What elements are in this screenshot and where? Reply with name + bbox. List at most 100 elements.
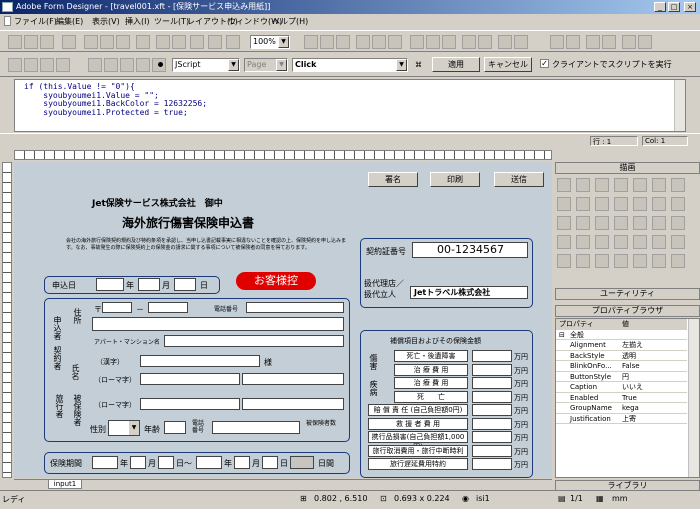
combo-tool-icon[interactable] <box>671 235 685 249</box>
space-v-icon[interactable] <box>478 35 492 49</box>
goto-icon[interactable] <box>136 58 150 72</box>
button-tool-icon[interactable] <box>557 254 571 268</box>
prop-scrollbar[interactable] <box>688 319 699 477</box>
same-height-icon[interactable] <box>426 35 440 49</box>
maximize-button[interactable]: □ <box>668 2 680 12</box>
coverage-amount-field[interactable] <box>472 404 512 416</box>
close-button[interactable]: × <box>684 2 696 12</box>
combo-tool-icon[interactable] <box>557 197 571 211</box>
editor-scrollbar[interactable] <box>674 80 685 131</box>
new-icon[interactable] <box>8 35 22 49</box>
sex-select[interactable]: ▼ <box>108 420 140 436</box>
prop-row[interactable]: Alignment 左揃え <box>556 340 687 351</box>
check-tool-icon[interactable] <box>614 235 628 249</box>
grid-icon[interactable] <box>156 35 170 49</box>
tab-input1[interactable]: input1 <box>48 480 82 489</box>
prop-row[interactable]: Justification 上寄 <box>556 414 687 424</box>
line-tool-icon[interactable] <box>595 197 609 211</box>
period-start-year[interactable] <box>92 456 118 469</box>
list-tool-icon[interactable] <box>671 178 685 192</box>
event-combo[interactable]: Click ▼ <box>292 58 408 72</box>
coverage-amount-field[interactable] <box>472 377 512 389</box>
check-tool-icon[interactable] <box>633 178 647 192</box>
image-icon[interactable] <box>208 35 222 49</box>
number-tool-icon[interactable] <box>633 216 647 230</box>
zip1-field[interactable] <box>102 302 132 313</box>
client-script-checkbox[interactable]: ✓ <box>540 59 549 68</box>
agent-name-field[interactable]: Jetトラベル株式会社 <box>410 286 528 299</box>
date-month-field[interactable] <box>138 278 160 291</box>
apply-button[interactable]: 適用 <box>432 57 480 72</box>
name-roman-first-field[interactable] <box>140 373 240 385</box>
ungroup-icon[interactable] <box>566 35 580 49</box>
insured-roman-last-field[interactable] <box>242 398 344 410</box>
utility-tab[interactable]: ユーティリティ <box>555 288 700 300</box>
period-days-field[interactable] <box>290 456 314 469</box>
prop-row[interactable]: Enabled True <box>556 393 687 403</box>
list-tool-icon[interactable] <box>652 235 666 249</box>
rect-tool-icon[interactable] <box>595 254 609 268</box>
age-field[interactable] <box>164 421 186 434</box>
back-icon[interactable] <box>602 35 616 49</box>
image-tool-icon[interactable] <box>614 178 628 192</box>
coverage-amount-field[interactable] <box>472 458 512 470</box>
find-next-icon[interactable] <box>104 58 118 72</box>
script-editor[interactable]: if (this.Value != "0"){ syoubyoumei1.Val… <box>14 79 686 132</box>
form-icon[interactable] <box>190 35 204 49</box>
send-button[interactable]: 送信 <box>494 172 544 187</box>
group-tool-icon[interactable] <box>576 216 590 230</box>
line-tool-icon[interactable] <box>576 254 590 268</box>
ellipse-tool-icon[interactable] <box>614 254 628 268</box>
phone2-field[interactable] <box>212 421 300 434</box>
image-tool-icon[interactable] <box>595 235 609 249</box>
align-right-icon[interactable] <box>336 35 350 49</box>
form-canvas[interactable]: 署名 印刷 送信 Jet保険サービス株式会社 御中 海外旅行傷害保険申込書 会社… <box>14 162 552 478</box>
cancel-button[interactable]: キャンセル <box>484 57 532 72</box>
menu-file[interactable]: ファイル(F) <box>14 16 57 27</box>
period-end-year[interactable] <box>196 456 222 469</box>
text-tool-icon[interactable] <box>557 235 571 249</box>
name-roman-last-field[interactable] <box>242 373 344 385</box>
phone-field[interactable] <box>246 302 344 313</box>
menu-tools[interactable]: ツール(T) <box>154 16 189 27</box>
align-top-icon[interactable] <box>356 35 370 49</box>
sign-button[interactable]: 署名 <box>368 172 418 187</box>
apt-field[interactable] <box>164 335 344 347</box>
script-edit-icon[interactable] <box>8 58 22 72</box>
center-h-icon[interactable] <box>498 35 512 49</box>
copy-icon[interactable] <box>100 35 114 49</box>
zoom-combo[interactable]: 100% ▼ <box>250 35 290 49</box>
date-day-field[interactable] <box>174 278 196 291</box>
field-tool-icon[interactable] <box>595 178 609 192</box>
center-v-icon[interactable] <box>514 35 528 49</box>
page-tool-icon[interactable] <box>652 216 666 230</box>
minimize-button[interactable]: _ <box>654 2 666 12</box>
space-h-icon[interactable] <box>462 35 476 49</box>
same-width-icon[interactable] <box>410 35 424 49</box>
align-left-icon[interactable] <box>304 35 318 49</box>
script-cut-icon[interactable] <box>24 58 38 72</box>
ellipse-tool-icon[interactable] <box>633 197 647 211</box>
save-icon[interactable] <box>40 35 54 49</box>
breakpoint-icon[interactable] <box>158 62 163 67</box>
barcode-tool-icon[interactable] <box>671 197 685 211</box>
coverage-amount-field[interactable] <box>472 417 512 430</box>
same-size-icon[interactable] <box>442 35 456 49</box>
pointer-tool-icon[interactable] <box>671 216 685 230</box>
radio-tool-icon[interactable] <box>652 178 666 192</box>
prop-row[interactable]: BackStyle 透明 <box>556 351 687 361</box>
date-tool-icon[interactable] <box>614 216 628 230</box>
open-icon[interactable] <box>24 35 38 49</box>
table-icon[interactable] <box>226 35 240 49</box>
period-start-month[interactable] <box>130 456 146 469</box>
pointer-tool-icon[interactable] <box>557 178 571 192</box>
undo-icon[interactable] <box>136 35 150 49</box>
period-end-day[interactable] <box>262 456 278 469</box>
field-tool-icon[interactable] <box>576 235 590 249</box>
prop-row[interactable]: Caption いいえ <box>556 382 687 393</box>
coverage-amount-field[interactable] <box>472 390 512 403</box>
find-icon[interactable] <box>88 58 102 72</box>
button-tool-icon[interactable] <box>576 197 590 211</box>
script-paste-icon[interactable] <box>56 58 70 72</box>
menu-edit[interactable]: 編集(E) <box>56 16 83 27</box>
